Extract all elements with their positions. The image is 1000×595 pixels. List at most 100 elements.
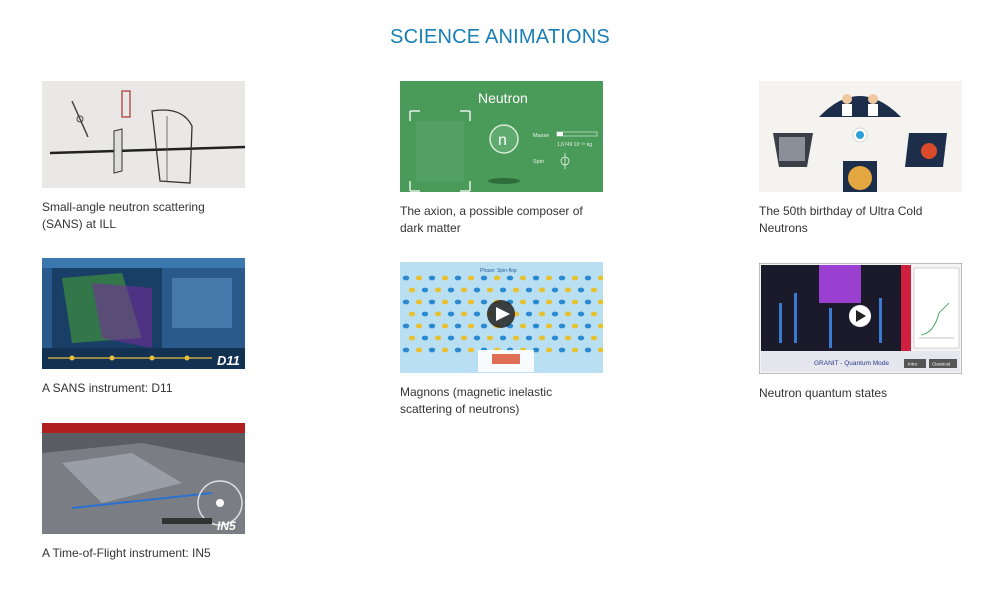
svg-text:1,6749 10⁻²⁷ kg: 1,6749 10⁻²⁷ kg (557, 142, 592, 148)
magnon-spin (571, 347, 579, 353)
magnon-spin (525, 287, 533, 293)
magnon-spin (454, 323, 462, 329)
animation-card-d11[interactable]: D11 A SANS instrument: D11 (42, 258, 247, 397)
animation-card-sans[interactable]: Small-angle neutron scattering (SANS) at… (42, 81, 247, 233)
magnon-spin (408, 335, 416, 341)
animation-card-magnons[interactable]: Phase: Spin-flop Magnons (magnetic inela… (400, 262, 605, 418)
card-caption[interactable]: A Time-of-Flight instrument: IN5 (42, 545, 242, 562)
magnon-spin (532, 299, 540, 305)
thumbnail-magnons[interactable]: Phase: Spin-flop (400, 262, 603, 373)
magnon-spin (590, 311, 598, 317)
card-caption[interactable]: Magnons (magnetic inelastic scattering o… (400, 384, 600, 418)
animation-card-in5[interactable]: IN5 A Time-of-Flight instrument: IN5 (42, 423, 247, 562)
magnon-spin (480, 323, 488, 329)
magnon-spin (480, 275, 488, 281)
magnon-spin (493, 275, 501, 281)
magnon-spin (564, 287, 572, 293)
magnon-spin (584, 299, 592, 305)
magnon-spin (415, 299, 423, 305)
svg-text:Intro: Intro (908, 362, 918, 367)
svg-text:Spin: Spin (533, 159, 544, 165)
magnon-spin (551, 287, 559, 293)
magnon-spin (499, 335, 507, 341)
magnon-spin (512, 335, 520, 341)
magnon-spin (460, 335, 468, 341)
magnon-spin (480, 299, 488, 305)
magnon-spin (577, 335, 585, 341)
page-title: SCIENCE ANIMATIONS (390, 26, 610, 48)
magnon-spin (558, 275, 566, 281)
magnon-spin (590, 335, 598, 341)
magnon-spin (415, 323, 423, 329)
magnon-spin (454, 299, 462, 305)
animation-card-quantum-states[interactable]: GRANIT - Quantum Mode Intro Classical Ne… (759, 263, 964, 402)
svg-text:Phase: Spin-flop: Phase: Spin-flop (480, 268, 517, 274)
magnon-spin (428, 299, 436, 305)
magnon-spin (486, 335, 494, 341)
magnon-spin (434, 287, 442, 293)
magnon-spin (538, 335, 546, 341)
card-caption[interactable]: The 50th birthday of Ultra Cold Neutrons (759, 203, 959, 237)
card-caption[interactable]: Small-angle neutron scattering (SANS) at… (42, 199, 242, 233)
magnon-spin (473, 311, 481, 317)
thumbnail-sans-sketch[interactable] (42, 81, 245, 188)
magnon-spin (428, 275, 436, 281)
thumbnail-ucn[interactable] (759, 81, 962, 192)
magnon-spin (519, 299, 527, 305)
magnon-spin (460, 311, 468, 317)
svg-text:Masse: Masse (533, 133, 549, 139)
magnon-spin (558, 323, 566, 329)
magnon-spin (447, 311, 455, 317)
magnon-spin (532, 323, 540, 329)
magnon-spin (584, 323, 592, 329)
animation-card-ucn[interactable]: The 50th birthday of Ultra Cold Neutrons (759, 81, 964, 237)
magnon-spin (577, 287, 585, 293)
magnon-spin (415, 275, 423, 281)
magnon-spin (467, 323, 475, 329)
magnon-spin (584, 347, 592, 353)
magnon-spin (415, 347, 423, 353)
magnon-spin (467, 275, 475, 281)
card-caption[interactable]: Neutron quantum states (759, 385, 959, 402)
magnon-spin (525, 335, 533, 341)
magnon-spin (402, 299, 410, 305)
magnon-spin (428, 347, 436, 353)
thumbnail-d11[interactable]: D11 (42, 258, 245, 369)
magnon-spin (506, 275, 514, 281)
magnon-spin (499, 287, 507, 293)
magnon-spin (564, 311, 572, 317)
magnon-spin (486, 287, 494, 293)
magnon-spin (402, 323, 410, 329)
magnon-spin (571, 299, 579, 305)
magnon-spin (577, 311, 585, 317)
magnon-spin (551, 335, 559, 341)
magnon-spin (421, 287, 429, 293)
magnon-spin (454, 347, 462, 353)
magnon-spin (473, 287, 481, 293)
magnon-spin (532, 275, 540, 281)
svg-text:IN5: IN5 (217, 519, 236, 533)
magnon-spin (564, 335, 572, 341)
magnon-spin (467, 347, 475, 353)
magnon-spin (402, 347, 410, 353)
thumbnail-in5[interactable]: IN5 (42, 423, 245, 534)
magnon-spin (558, 299, 566, 305)
magnon-spin (545, 347, 553, 353)
svg-text:Classical: Classical (932, 362, 950, 367)
card-caption[interactable]: A SANS instrument: D11 (42, 380, 242, 397)
magnon-spin (441, 275, 449, 281)
magnon-spin (558, 347, 566, 353)
magnon-spin (421, 335, 429, 341)
magnon-spin (538, 311, 546, 317)
magnon-spin (408, 311, 416, 317)
thumbnail-neutron[interactable]: Neutron n Masse 1,6749 10⁻²⁷ kg Spin (400, 81, 603, 192)
magnon-spin (441, 323, 449, 329)
magnon-spin (441, 347, 449, 353)
animation-card-axion[interactable]: Neutron n Masse 1,6749 10⁻²⁷ kg Spin The… (400, 81, 605, 237)
magnon-spin (519, 275, 527, 281)
magnon-spin (584, 275, 592, 281)
magnon-spin (545, 323, 553, 329)
thumbnail-granit[interactable]: GRANIT - Quantum Mode Intro Classical (759, 263, 962, 374)
card-caption[interactable]: The axion, a possible composer of dark m… (400, 203, 600, 237)
magnon-spin (402, 275, 410, 281)
